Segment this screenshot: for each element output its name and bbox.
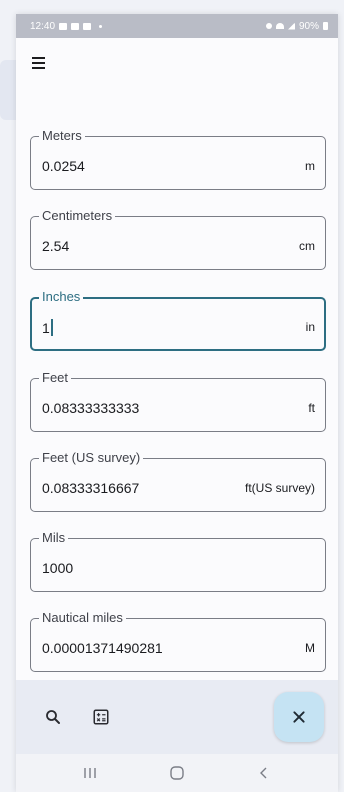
- more-notifications-icon: [99, 24, 103, 28]
- phone-screen: 12:40 90% Meters 0.0254 m Centimeters 2.…: [16, 14, 338, 792]
- wifi-icon: [275, 23, 284, 29]
- bottom-app-bar: [16, 680, 338, 754]
- home-button[interactable]: [157, 758, 197, 788]
- field-label: Feet: [39, 370, 72, 386]
- field-value[interactable]: 0.08333333333: [42, 400, 139, 416]
- calculator-icon: [93, 709, 109, 725]
- home-icon: [170, 766, 184, 780]
- text-caret: [50, 319, 53, 336]
- field-value[interactable]: 1000: [42, 560, 73, 576]
- field-value[interactable]: 1: [42, 320, 50, 336]
- field-nautical-miles[interactable]: Nautical miles 0.00001371490281 M: [30, 610, 326, 672]
- field-unit: ft(US survey): [244, 481, 315, 495]
- field-unit: M: [305, 641, 315, 655]
- field-inches[interactable]: Inches 1 in: [30, 289, 326, 351]
- back-icon: [260, 767, 267, 779]
- field-unit: ft: [308, 401, 315, 415]
- status-left: 12:40: [30, 20, 103, 32]
- hamburger-menu-icon[interactable]: [32, 55, 52, 71]
- field-mils[interactable]: Mils 1000: [30, 530, 326, 592]
- youtube-icon: [71, 22, 80, 30]
- field-label: Meters: [39, 128, 85, 144]
- field-feet[interactable]: Feet 0.08333333333 ft: [30, 370, 326, 432]
- system-navigation-bar: [16, 754, 338, 792]
- notification-icon: [59, 22, 68, 30]
- battery-icon: [323, 22, 328, 30]
- field-unit: cm: [299, 239, 315, 253]
- status-right: 90%: [265, 20, 328, 32]
- field-unit: in: [305, 320, 315, 334]
- field-value-wrapper[interactable]: 1: [42, 319, 53, 336]
- back-button[interactable]: [244, 758, 284, 788]
- field-label: Inches: [39, 289, 84, 305]
- recent-apps-button[interactable]: [70, 758, 110, 788]
- signal-icon: [287, 22, 295, 30]
- field-label: Mils: [39, 530, 69, 546]
- alarm-icon: [265, 23, 272, 29]
- close-icon: [293, 711, 305, 723]
- field-feet-us-survey[interactable]: Feet (US survey) 0.08333316667 ft(US sur…: [30, 450, 326, 512]
- search-icon: [46, 710, 60, 724]
- status-bar: 12:40 90%: [16, 14, 338, 38]
- clear-fab-button[interactable]: [274, 692, 324, 742]
- field-value[interactable]: 2.54: [42, 238, 69, 254]
- field-centimeters[interactable]: Centimeters 2.54 cm: [30, 208, 326, 270]
- battery-percent: 90%: [298, 20, 319, 32]
- field-value[interactable]: 0.00001371490281: [42, 640, 163, 656]
- field-label: Nautical miles: [39, 610, 126, 626]
- field-label: Feet (US survey): [39, 450, 144, 466]
- search-button[interactable]: [38, 702, 68, 732]
- top-app-bar: [16, 38, 338, 88]
- field-meters[interactable]: Meters 0.0254 m: [30, 128, 326, 190]
- field-value[interactable]: 0.0254: [42, 158, 85, 174]
- field-label: Centimeters: [39, 208, 116, 224]
- field-value[interactable]: 0.08333316667: [42, 480, 139, 496]
- calculator-button[interactable]: [86, 702, 116, 732]
- recent-apps-icon: [83, 768, 96, 778]
- field-unit: m: [305, 159, 315, 173]
- status-time: 12:40: [30, 20, 56, 32]
- screenshot-icon: [83, 22, 92, 30]
